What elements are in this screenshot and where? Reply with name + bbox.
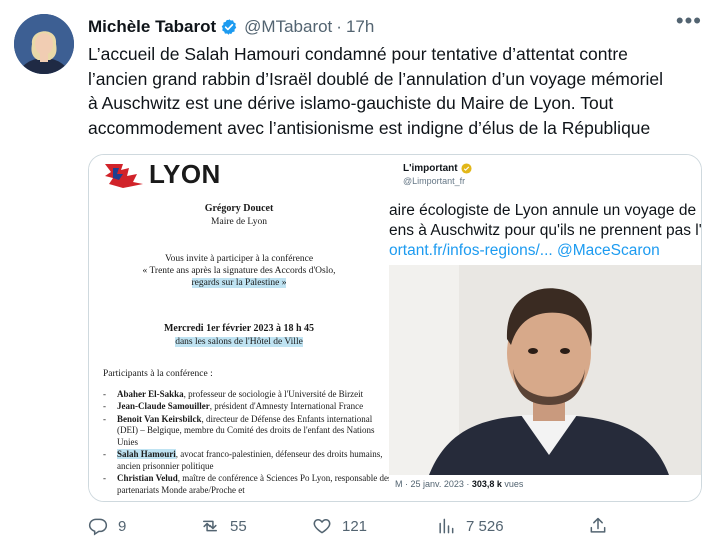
participant-item: - Benoit Van Keirsbilck, directeur de Déf… xyxy=(103,413,375,447)
author-handle[interactable]: @MTabarot xyxy=(244,17,332,37)
participant-item: - Jean-Claude Samouiller, président d'Amn… xyxy=(103,401,364,411)
embedded-photo xyxy=(389,265,701,475)
embedded-tweet-text: aire écologiste de Lyon annule un voyage… xyxy=(389,201,701,261)
retweet-count: 55 xyxy=(230,517,247,535)
more-options-icon[interactable]: ••• xyxy=(676,8,702,34)
share-icon xyxy=(590,517,606,533)
tweet-timestamp[interactable]: 17h xyxy=(346,17,374,37)
view-count: 7 526 xyxy=(466,517,504,535)
participants-title: Participants à la conférence : xyxy=(103,369,213,379)
doc-conference-subtitle: regards sur la Palestine » xyxy=(191,278,287,288)
embedded-account: L'important @Limportant_fr xyxy=(403,163,472,186)
tweet-text: L’accueil de Salah Hamouri condamné pour… xyxy=(88,44,663,138)
doc-date-line: Mercredi 1er février 2023 à 18 h 45 xyxy=(163,323,315,334)
lyon-lion-logo-icon xyxy=(105,163,143,188)
views-button[interactable]: 7 526 xyxy=(436,516,588,536)
views-chart-icon xyxy=(439,518,454,534)
heart-icon xyxy=(313,519,331,534)
man-portrait-photo xyxy=(389,265,701,475)
participant-item: - Abaher El-Sakka, professeur de sociolog… xyxy=(103,388,364,399)
gold-verified-badge-icon xyxy=(461,163,472,174)
embedded-line-1: aire écologiste de Lyon annule un voyage… xyxy=(389,202,697,219)
tweet-action-bar: 9 55 121 7 526 xyxy=(88,512,700,540)
share-button[interactable] xyxy=(588,516,608,536)
tweet-header: Michèle Tabarot @MTabarot · 17h xyxy=(88,16,700,38)
doc-mayor-title: Maire de Lyon xyxy=(211,217,267,227)
separator-dot: · xyxy=(336,17,342,36)
reply-button[interactable]: 9 xyxy=(88,516,200,536)
participant-item: - Salah Hamouri, avocat franco-palestinie… xyxy=(103,449,383,471)
retweet-icon xyxy=(203,520,217,532)
participants-list: Participants à la conférence : - Abaher E… xyxy=(103,369,393,497)
embedded-account-handle: @Limportant_fr xyxy=(403,176,466,186)
avatar-image xyxy=(14,14,74,74)
invitation-document-image: LYON Grégory Doucet Maire de Lyon Vous i… xyxy=(89,155,391,501)
reply-icon xyxy=(88,518,108,536)
doc-mayor-name: Grégory Doucet xyxy=(204,203,274,214)
embedded-meta: M · 25 janv. 2023 · 303,8 k vues xyxy=(395,479,524,489)
lyon-logo: LYON xyxy=(103,159,221,190)
participant-item: - Christian Velud, maître de conférence à… xyxy=(103,473,392,495)
retweet-button[interactable]: 55 xyxy=(200,516,312,536)
author-name[interactable]: Michèle Tabarot xyxy=(88,17,216,37)
doc-invite-line: Vous invite à participer à la conférence xyxy=(164,254,314,264)
like-button[interactable]: 121 xyxy=(312,516,436,536)
embedded-tweet-image: L'important @Limportant_fr aire écologis… xyxy=(389,155,701,501)
doc-conference-title: « Trente ans après la signature des Acco… xyxy=(142,266,336,276)
embedded-link: ortant.fr/infos-regions/... xyxy=(389,242,553,259)
verified-badge-icon xyxy=(221,19,237,35)
like-count: 121 xyxy=(342,517,368,535)
embedded-line-2: ens à Auschwitz pour qu'ils ne prennent … xyxy=(389,222,701,239)
tweet-media[interactable]: LYON Grégory Doucet Maire de Lyon Vous i… xyxy=(88,154,702,502)
embedded-mention: @MaceScaron xyxy=(552,242,660,259)
doc-venue-line: dans les salons de l'Hôtel de Ville xyxy=(175,337,303,347)
embedded-account-name: L'important xyxy=(403,163,458,174)
lyon-logo-text: LYON xyxy=(149,159,221,189)
author-avatar[interactable] xyxy=(14,14,74,74)
reply-count: 9 xyxy=(118,517,127,535)
